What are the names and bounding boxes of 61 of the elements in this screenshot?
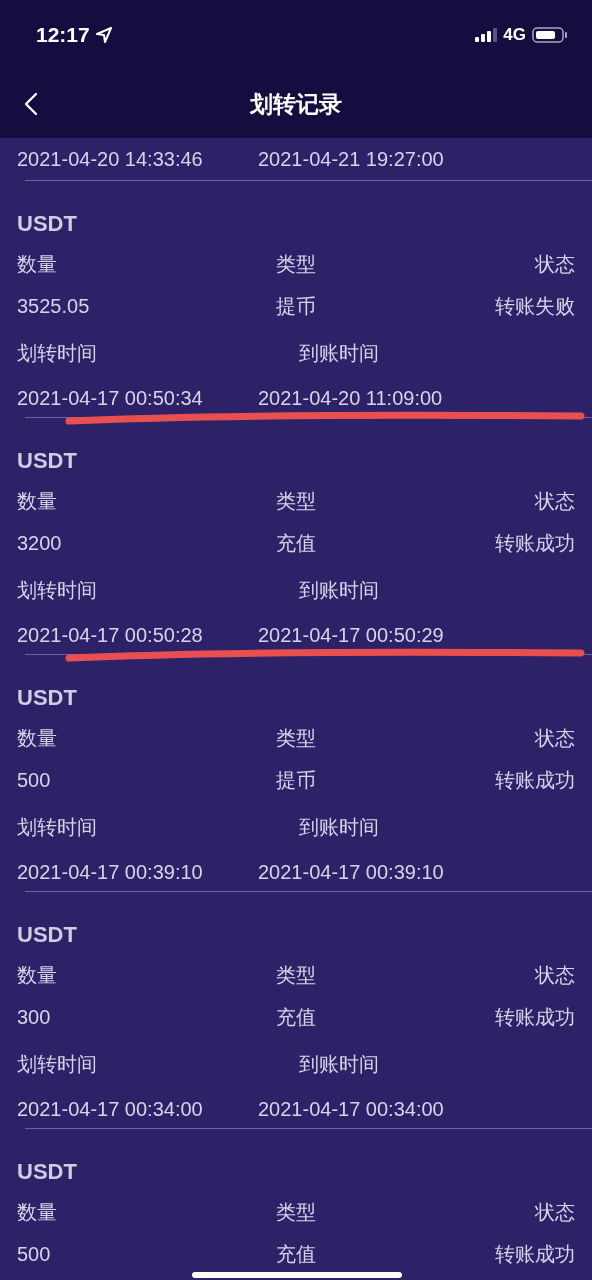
coin-name: USDT	[17, 1158, 78, 1186]
type-value: 提币	[275, 293, 317, 319]
type-label: 类型	[275, 488, 317, 514]
arrival-time: 2021-04-17 00:50:29	[258, 623, 444, 647]
status-value: 转账失败	[494, 293, 575, 319]
back-button[interactable]	[24, 92, 38, 116]
arrival-time-label: 到账时间	[299, 340, 379, 366]
arrival-time: 2021-04-17 00:34:00	[258, 1097, 444, 1121]
amount-label: 数量	[17, 251, 58, 277]
arrival-time-label: 到账时间	[299, 577, 379, 603]
amount-value: 500	[17, 768, 52, 792]
status-value: 转账成功	[494, 767, 575, 793]
coin-name: USDT	[17, 921, 78, 949]
transfer-time-label: 划转时间	[17, 340, 98, 366]
amount-value: 500	[17, 1242, 52, 1266]
status-label: 状态	[534, 251, 575, 277]
amount-value: 3200	[17, 531, 63, 555]
status-value: 转账成功	[494, 1004, 575, 1030]
transfer-time: 2021-04-17 00:50:28	[17, 623, 204, 647]
type-label: 类型	[275, 1199, 317, 1225]
coin-name: USDT	[17, 684, 78, 712]
transfer-time: 2021-04-20 14:33:46	[17, 147, 204, 171]
type-value: 充值	[275, 530, 317, 556]
transfer-time-label: 划转时间	[17, 577, 98, 603]
coin-name: USDT	[17, 447, 78, 475]
type-label: 类型	[275, 251, 317, 277]
status-value: 转账成功	[494, 1241, 575, 1267]
amount-value: 300	[17, 1005, 52, 1029]
arrival-time: 2021-04-17 00:39:10	[258, 860, 444, 884]
arrival-time: 2021-04-21 19:27:00	[258, 147, 444, 171]
arrival-time-label: 到账时间	[299, 1051, 379, 1077]
status-label: 状态	[534, 488, 575, 514]
arrival-time: 2021-04-20 11:09:00	[258, 386, 443, 410]
amount-label: 数量	[17, 962, 58, 988]
network-label: 4G	[503, 25, 526, 45]
page-title: 划转记录	[250, 89, 342, 119]
type-label: 类型	[275, 962, 317, 988]
amount-label: 数量	[17, 725, 58, 751]
coin-name: USDT	[17, 210, 78, 238]
status-label: 状态	[534, 1199, 575, 1225]
amount-label: 数量	[17, 488, 58, 514]
type-value: 充值	[275, 1004, 317, 1030]
status-value: 转账成功	[494, 530, 575, 556]
arrival-time-label: 到账时间	[299, 814, 379, 840]
transfer-time: 2021-04-17 00:34:00	[17, 1097, 204, 1121]
location-icon	[95, 27, 112, 43]
type-label: 类型	[275, 725, 317, 751]
status-label: 状态	[534, 725, 575, 751]
transfer-time-label: 划转时间	[17, 814, 98, 840]
type-value: 充值	[275, 1241, 317, 1267]
amount-label: 数量	[17, 1199, 58, 1225]
battery-icon	[532, 27, 568, 43]
transfer-time: 2021-04-17 00:50:34	[17, 386, 204, 410]
signal-icon	[475, 28, 498, 42]
amount-value: 3525.05	[17, 294, 91, 318]
status-label: 状态	[534, 962, 575, 988]
transfer-time: 2021-04-17 00:39:10	[17, 860, 204, 884]
back-icon	[24, 92, 38, 116]
type-value: 提币	[275, 767, 317, 793]
transfer-time-label: 划转时间	[17, 1051, 98, 1077]
status-time: 12:17	[36, 23, 90, 47]
